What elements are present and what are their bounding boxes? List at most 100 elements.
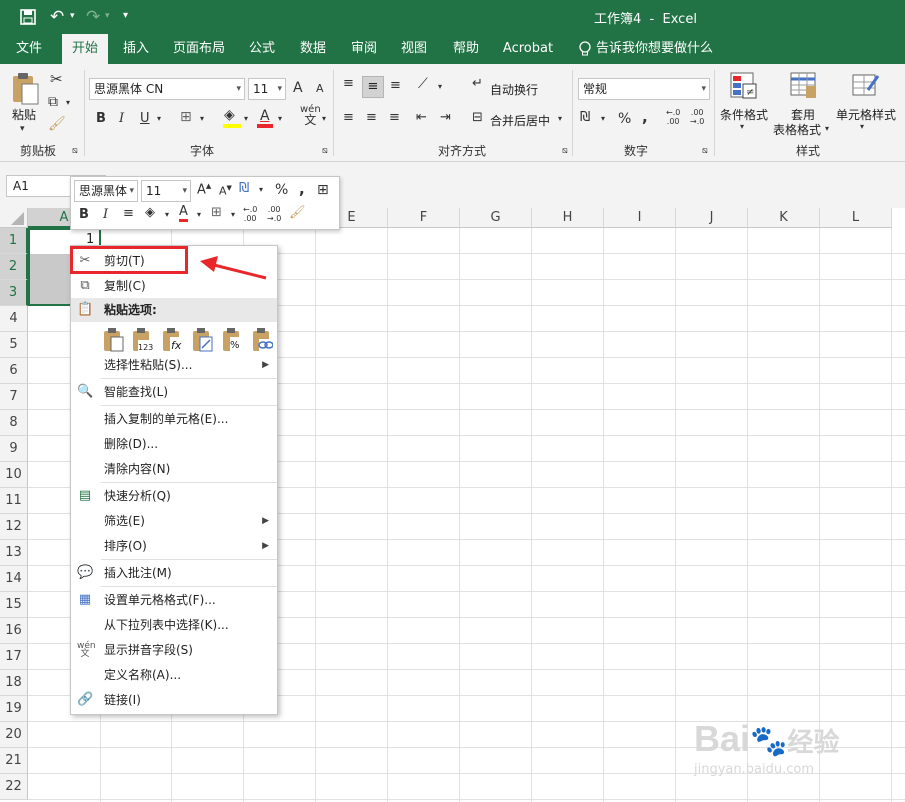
tab-view[interactable]: 视图 — [392, 34, 436, 64]
row-header[interactable]: 14 — [0, 566, 28, 592]
row-header[interactable]: 9 — [0, 436, 28, 462]
mini-format-table-icon[interactable]: ⊞ — [317, 182, 329, 198]
align-middle-icon[interactable]: ≡ — [362, 76, 384, 98]
italic-button[interactable]: I — [119, 111, 124, 126]
merge-center-icon[interactable]: ⊟ — [472, 110, 483, 125]
table-dropdown-icon[interactable]: ▾ — [825, 124, 829, 133]
mini-format-painter-icon[interactable]: 🖌 — [289, 205, 306, 220]
mini-bold-button[interactable]: B — [79, 207, 89, 222]
wrap-text-button[interactable]: 自动换行 — [490, 81, 538, 98]
font-size-combo[interactable]: 11 ▾ — [248, 78, 286, 100]
column-header[interactable]: I — [604, 208, 676, 228]
column-header[interactable]: H — [532, 208, 604, 228]
mini-size-combo[interactable]: 11 ▾ — [141, 180, 191, 202]
menu-item-clear[interactable]: 清除内容(N) — [71, 457, 277, 481]
paste-icon[interactable] — [10, 72, 40, 106]
merge-dropdown-icon[interactable]: ▾ — [558, 114, 562, 123]
tab-review[interactable]: 审阅 — [342, 34, 386, 64]
row-header[interactable]: 10 — [0, 462, 28, 488]
select-all-corner[interactable] — [0, 208, 28, 228]
font-color-dropdown-icon[interactable]: ▾ — [278, 114, 282, 123]
percent-button[interactable]: % — [618, 111, 631, 127]
format-as-table-line2[interactable]: 表格格式 — [773, 121, 821, 138]
mini-decrease-decimal-icon[interactable]: .00 →.0 — [267, 205, 281, 223]
align-right-icon[interactable]: ≡ — [389, 110, 400, 125]
mini-italic-button[interactable]: I — [103, 207, 108, 222]
grow-font-icon[interactable]: A — [293, 80, 303, 96]
tab-page-layout[interactable]: 页面布局 — [168, 34, 230, 64]
font-name-combo[interactable]: 思源黑体 CN ▾ — [89, 78, 245, 100]
dialog-launcher-icon[interactable]: ⧅ — [72, 146, 78, 156]
underline-button[interactable]: U — [140, 111, 150, 126]
row-header[interactable]: 6 — [0, 358, 28, 384]
row-header[interactable]: 11 — [0, 488, 28, 514]
mini-borders-dropdown-icon[interactable]: ▾ — [231, 210, 235, 219]
format-as-table-icon[interactable] — [790, 72, 818, 100]
tab-home[interactable]: 开始 — [62, 34, 108, 64]
tab-data[interactable]: 数据 — [291, 34, 335, 64]
menu-item-filter[interactable]: 筛选(E) ▶ — [71, 509, 277, 533]
decrease-indent-icon[interactable]: ⇤ — [416, 110, 427, 125]
cond-dropdown-icon[interactable]: ▾ — [740, 122, 744, 131]
row-header[interactable]: 15 — [0, 592, 28, 618]
row-header[interactable]: 1 — [0, 228, 28, 254]
dialog-launcher-icon[interactable]: ⧅ — [322, 146, 328, 156]
row-header[interactable]: 5 — [0, 332, 28, 358]
mini-accounting-dropdown-icon[interactable]: ▾ — [259, 185, 263, 194]
menu-item-phonetic[interactable]: wén 文显示拼音字段(S) — [71, 638, 277, 662]
mini-comma-button[interactable]: , — [299, 180, 305, 198]
borders-dropdown-icon[interactable]: ▾ — [200, 114, 204, 123]
cell-styles-dropdown-icon[interactable]: ▾ — [860, 122, 864, 131]
tell-me-search[interactable]: 告诉我你想要做什么 — [596, 34, 713, 64]
menu-item-define-name[interactable]: 定义名称(A)... — [71, 663, 277, 687]
undo-icon[interactable]: ↶ — [50, 7, 64, 27]
align-center-icon[interactable]: ≡ — [366, 110, 377, 125]
tab-file[interactable]: 文件 — [6, 34, 52, 64]
mini-shrink-font-icon[interactable]: A▼ — [219, 184, 232, 198]
align-bottom-icon[interactable]: ≡ — [390, 78, 401, 93]
row-header[interactable]: 21 — [0, 748, 28, 774]
paste-option-values-icon[interactable]: 123 — [131, 328, 153, 352]
paste-option-formulas-icon[interactable]: fx — [161, 328, 183, 352]
tab-insert[interactable]: 插入 — [114, 34, 158, 64]
row-header[interactable]: 8 — [0, 410, 28, 436]
conditional-format-icon[interactable]: ≠ — [730, 72, 758, 100]
mini-font-combo[interactable]: 思源黑体 ▾ — [74, 180, 138, 202]
mini-grow-font-icon[interactable]: A▲ — [197, 182, 211, 197]
copy-icon[interactable]: ⧉ — [48, 94, 58, 110]
accounting-format-icon[interactable]: ₪ — [580, 110, 590, 125]
comma-button[interactable]: , — [642, 108, 648, 126]
row-header[interactable]: 16 — [0, 618, 28, 644]
mini-fill-color-icon[interactable]: ◈ — [145, 205, 155, 220]
paste-button[interactable]: 粘贴 — [12, 106, 36, 123]
accounting-dropdown-icon[interactable]: ▾ — [601, 114, 605, 123]
row-header[interactable]: 17 — [0, 644, 28, 670]
row-header[interactable]: 12 — [0, 514, 28, 540]
cell-styles-icon[interactable] — [852, 72, 880, 100]
dialog-launcher-icon[interactable]: ⧅ — [702, 146, 708, 156]
menu-item-quick-analysis[interactable]: ▤ 快速分析(Q) — [71, 484, 277, 508]
mini-font-color-icon[interactable]: A — [179, 205, 188, 222]
underline-dropdown-icon[interactable]: ▾ — [157, 114, 161, 123]
menu-item-paste-special[interactable]: 选择性粘贴(S)... ▶ — [71, 353, 277, 377]
copy-dropdown-icon[interactable]: ▾ — [66, 98, 70, 107]
cut-icon[interactable]: ✂ — [50, 70, 63, 88]
bold-button[interactable]: B — [96, 111, 106, 126]
column-header[interactable]: K — [748, 208, 820, 228]
redo-icon[interactable]: ↷ — [86, 7, 100, 27]
tab-formulas[interactable]: 公式 — [240, 34, 284, 64]
orientation-dropdown-icon[interactable]: ▾ — [438, 82, 442, 91]
conditional-format-button[interactable]: 条件格式 — [720, 106, 768, 123]
shrink-font-icon[interactable]: A — [316, 82, 324, 95]
menu-item-smart-lookup[interactable]: 🔍 智能查找(L) — [71, 380, 277, 404]
fill-color-icon[interactable]: ◈ — [224, 107, 235, 123]
mini-percent-button[interactable]: % — [275, 182, 288, 198]
paste-option-paste-icon[interactable] — [102, 328, 124, 352]
paste-option-link-icon[interactable] — [251, 328, 274, 352]
menu-item-pick-list[interactable]: 从下拉列表中选择(K)... — [71, 613, 277, 637]
wrap-text-icon[interactable]: ↵ — [472, 76, 483, 91]
paste-option-transpose-icon[interactable] — [191, 328, 213, 352]
menu-item-insert-comment[interactable]: 💬 插入批注(M) — [71, 561, 277, 585]
phonetic-icon[interactable]: wén 文 — [300, 104, 321, 127]
number-format-combo[interactable]: 常规 ▾ — [578, 78, 710, 100]
